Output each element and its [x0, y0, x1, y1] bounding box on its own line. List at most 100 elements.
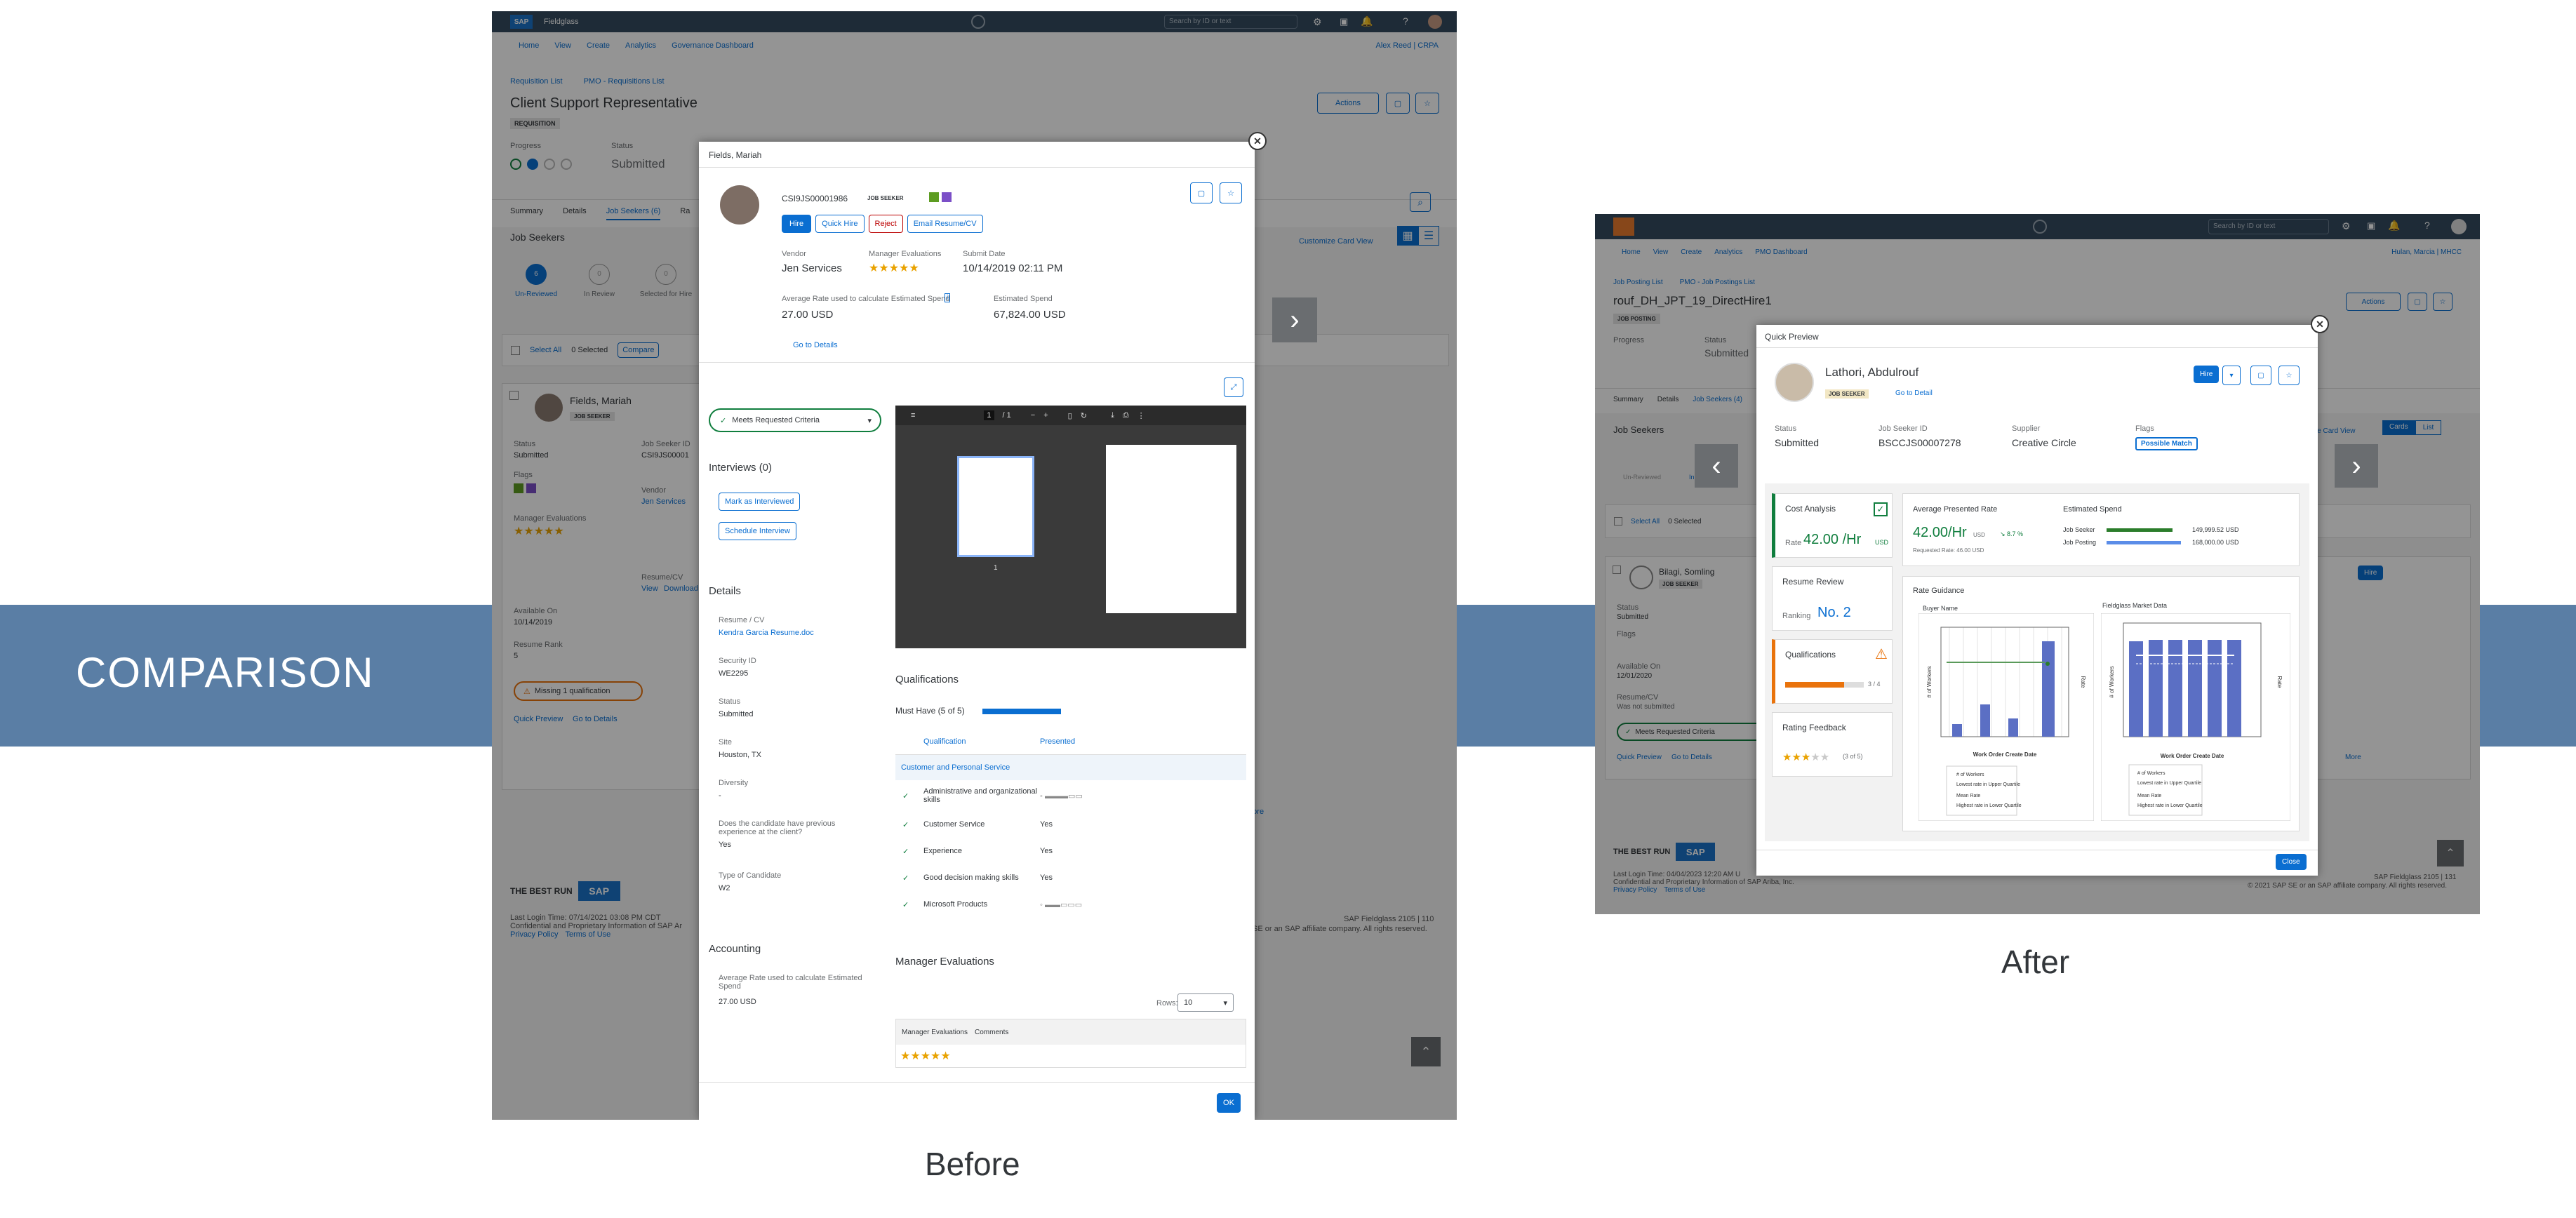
legend-item: Mean Rate: [1956, 794, 1980, 798]
schedule-interview-button[interactable]: Schedule Interview: [719, 522, 796, 540]
pdf-thumbnail[interactable]: [957, 456, 1034, 557]
hire-dropdown-button[interactable]: ▾: [2222, 366, 2241, 385]
rate-label: Rate: [1785, 539, 1802, 547]
chart-bar: [2168, 640, 2182, 737]
chart-bar: [2042, 641, 2055, 737]
fit-page-icon[interactable]: ▯: [1068, 411, 1072, 420]
field-supplier: Supplier Creative Circle: [2012, 424, 2135, 450]
detail-label: Status: [719, 697, 741, 706]
spend-bar-track: [2107, 540, 2181, 544]
tile-title: Cost Analysis: [1785, 504, 1836, 514]
field-value: BSCCJS00007278: [1878, 437, 1961, 448]
qual-row: ✓ Experience Yes: [895, 838, 1246, 864]
chevron-down-icon: ▾: [1223, 998, 1227, 1008]
next-arrow-button[interactable]: ›: [2335, 444, 2378, 488]
prev-arrow-button[interactable]: ‹: [1695, 444, 1738, 488]
next-arrow-button[interactable]: ›: [1272, 297, 1317, 342]
modal-actions: Hire Quick Hire Reject Email Resume/CV: [782, 215, 983, 233]
legend-item: Highest rate in Lower Quartile: [1956, 803, 2022, 808]
detail-value: -: [719, 791, 721, 800]
detail-label: Security ID: [719, 657, 756, 665]
detail-value: Submitted: [719, 710, 754, 718]
mark-interviewed-button[interactable]: Mark as Interviewed: [719, 493, 801, 511]
reject-button[interactable]: Reject: [868, 215, 903, 233]
pdf-thumb-page: 1: [994, 564, 998, 572]
email-resume-button[interactable]: Email Resume/CV: [907, 215, 983, 233]
rows-select[interactable]: 10 ▾: [1177, 993, 1234, 1012]
pdf-viewer[interactable]: ≡ 1 / 1 − + ▯ ↻ ⤓ ⎙ ⋮ 1: [895, 406, 1246, 648]
interviews-title: Interviews (0): [709, 462, 773, 474]
detail-value: WE2295: [719, 669, 749, 678]
before-caption: Before: [925, 1146, 1020, 1182]
detail-item: Security ID WE2295: [719, 657, 873, 697]
legend-item: # of Workers: [2137, 771, 2165, 776]
zoom-out-icon[interactable]: −: [1031, 411, 1035, 420]
qual-table: Qualification Presented Customer and Per…: [895, 728, 1246, 918]
cost-analysis-tile[interactable]: Cost Analysis ✓ Rate 42.00 /Hr USD: [1772, 493, 1893, 558]
close-modal-button[interactable]: ✕: [1248, 132, 1267, 150]
hire-button[interactable]: Hire: [782, 215, 812, 233]
more-icon[interactable]: ⋮: [1137, 411, 1145, 420]
menu-icon[interactable]: ≡: [911, 411, 915, 420]
vendor-label: Vendor: [782, 250, 806, 258]
hire-button[interactable]: Hire: [2194, 366, 2220, 383]
qual-name: Administrative and organizational skills: [923, 787, 1038, 804]
rotate-icon[interactable]: ↻: [1081, 411, 1087, 420]
download-icon[interactable]: ⤓: [1111, 411, 1114, 420]
detail-value: Houston, TX: [719, 751, 761, 759]
qual-header: Qualification Presented: [895, 728, 1246, 755]
pdf-page: [1106, 445, 1236, 613]
tile-title: Resume Review: [1782, 577, 1844, 587]
tile-title: Rating Feedback: [1782, 723, 1846, 732]
rows-value: 10: [1184, 998, 1193, 1007]
guidance-title: Rate Guidance: [1913, 587, 1965, 595]
favorite-button[interactable]: ☆: [1220, 182, 1242, 203]
must-have-label: Must Have (5 of 5): [895, 706, 965, 716]
qual-presented: Yes: [1040, 820, 1053, 829]
go-to-details-link[interactable]: Go to Details: [793, 341, 838, 349]
spend-value: 149,999.52 USD: [2192, 526, 2239, 533]
qual-name: Good decision making skills: [923, 874, 1019, 882]
details-list: Resume / CV Kendra Garcia Resume.doc Secu…: [719, 616, 873, 912]
favorite-button[interactable]: ☆: [2278, 366, 2300, 385]
meets-criteria-chip[interactable]: ✓ Meets Requested Criteria ▾: [709, 408, 881, 432]
rating-feedback-tile[interactable]: Rating Feedback ★★★★★ (3 of 5): [1772, 712, 1893, 777]
field-label: Job Seeker ID: [1878, 424, 1928, 433]
rate-guidance-panel: Rate Guidance Buyer Name Fieldglass Mark…: [1902, 576, 2300, 831]
zoom-in-icon[interactable]: +: [1043, 411, 1048, 420]
close-modal-button[interactable]: ✕: [2311, 315, 2329, 333]
go-to-detail-link[interactable]: Go to Detail: [1895, 389, 1933, 397]
field-job-seeker-id: Job Seeker ID BSCCJS00007278: [1878, 424, 2012, 450]
chart-bar: [1952, 724, 1962, 737]
pdf-page-input[interactable]: 1: [984, 410, 994, 420]
field-label: Status: [1775, 424, 1797, 433]
close-button[interactable]: Close: [2276, 854, 2307, 870]
print-icon[interactable]: ⎙: [1123, 411, 1129, 420]
resume-link[interactable]: Kendra Garcia Resume.doc: [719, 629, 873, 637]
qualifications-tile[interactable]: Qualifications ⚠ 3 / 4: [1772, 639, 1893, 704]
message-button[interactable]: ▢: [1190, 182, 1213, 203]
accounting-value: 27.00 USD: [719, 998, 756, 1006]
proficiency-slider: ◦ ▬▬▬▭▭: [1040, 791, 1083, 801]
message-button[interactable]: ▢: [2250, 366, 2271, 385]
detail-label: Diversity: [719, 779, 749, 787]
ok-button[interactable]: OK: [1217, 1093, 1241, 1113]
detail-value: W2: [719, 884, 730, 892]
qual-row: ✓ Microsoft Products ◦ ▬▬▭▭▭: [895, 891, 1246, 918]
detail-item: Type of Candidate W2: [719, 871, 873, 912]
detail-label: Site: [719, 738, 732, 747]
avg-rate-value: 27.00 USD: [782, 309, 834, 321]
info-icon[interactable]: i: [945, 293, 951, 302]
market-data-title: Fieldglass Market Data: [2102, 602, 2168, 609]
mgr-header: Manager Evaluations Comments: [896, 1019, 1246, 1045]
summary-fields: Status Submitted Job Seeker ID BSCCJS00007…: [1775, 424, 2198, 450]
chart-bar: [2008, 718, 2018, 737]
mgr-col-comments: Comments: [975, 1028, 1009, 1036]
resume-review-tile[interactable]: Resume Review Ranking No. 2: [1772, 566, 1893, 631]
spend-bar-track: [2107, 528, 2181, 532]
expand-button[interactable]: ⤢: [1224, 377, 1243, 397]
qual-row: ✓ Customer Service Yes: [895, 811, 1246, 838]
y-axis-label: # of Workers: [1926, 666, 1933, 697]
rows-label: Rows:: [1156, 999, 1178, 1008]
quick-hire-button[interactable]: Quick Hire: [815, 215, 865, 233]
